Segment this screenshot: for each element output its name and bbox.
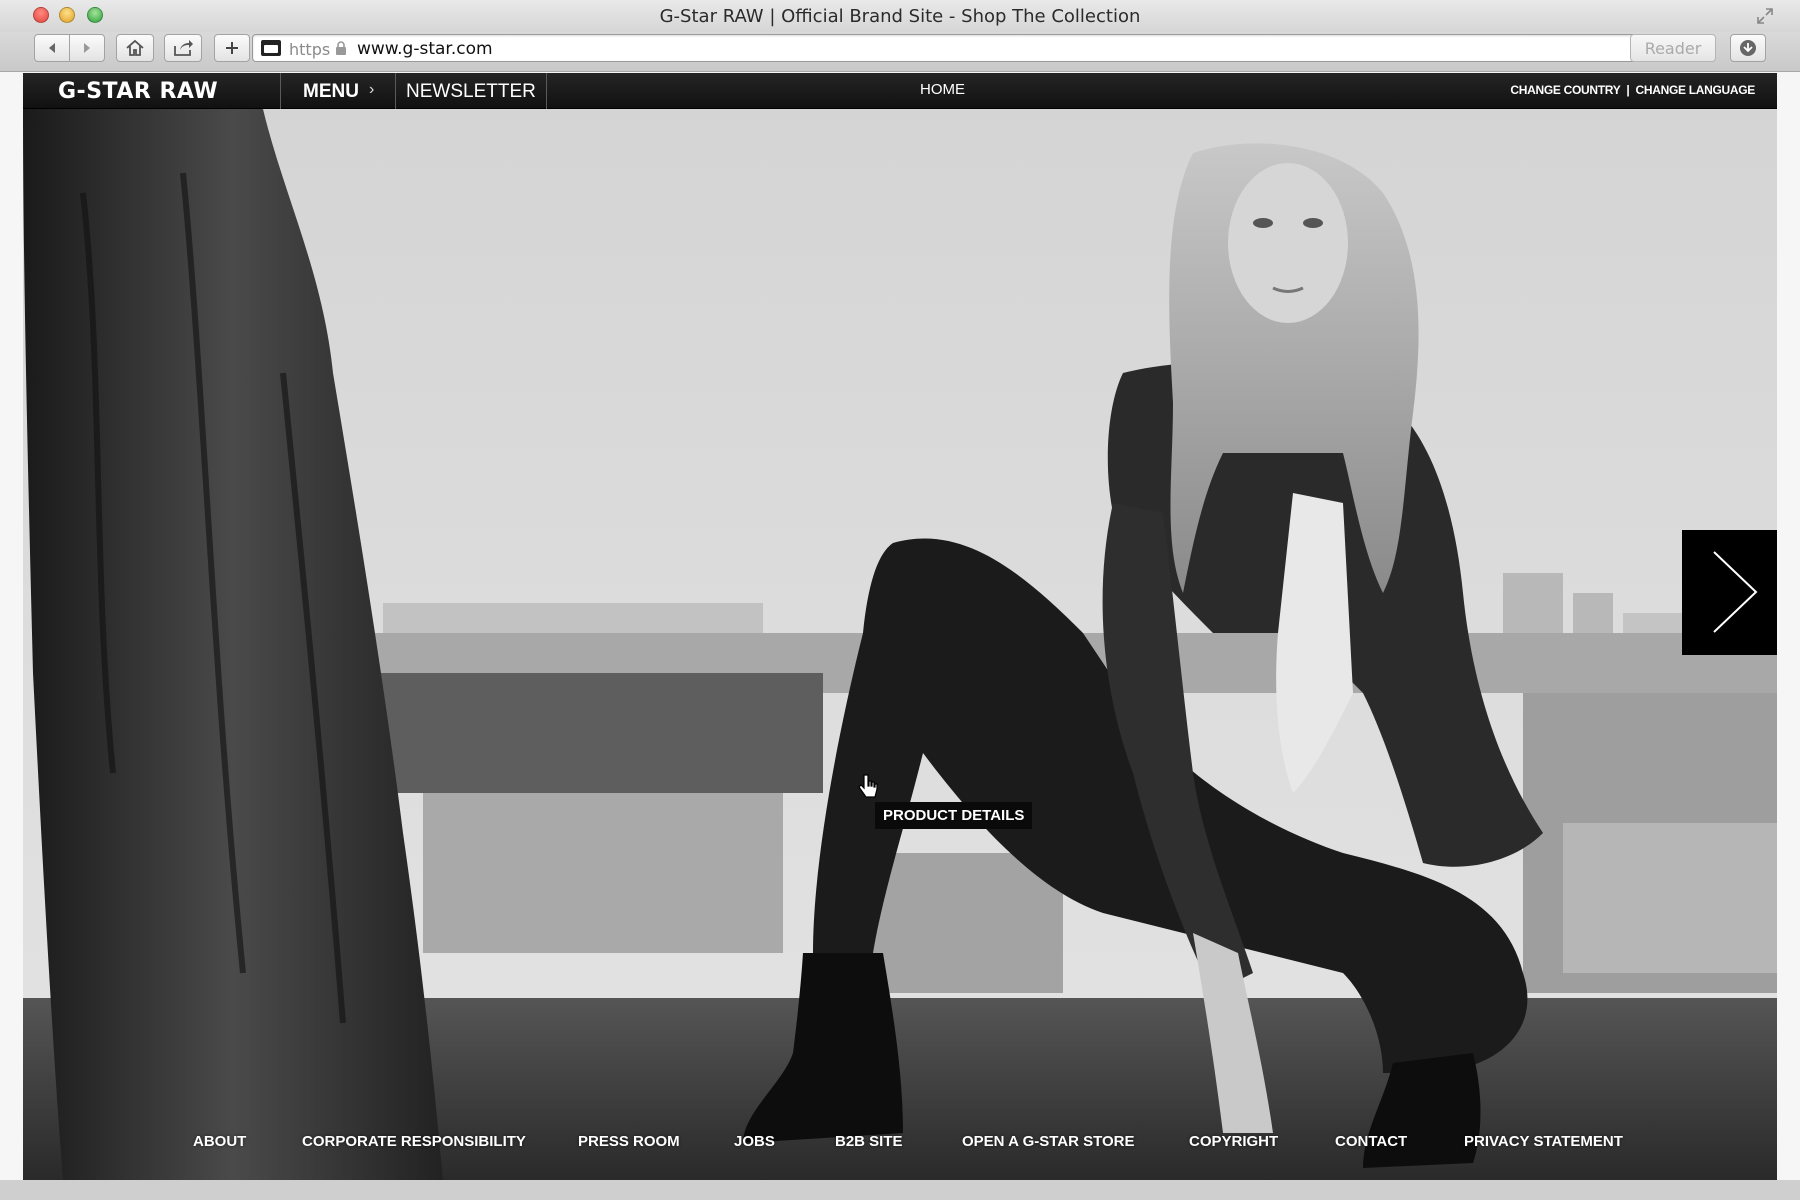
chevron-right-icon: › [369,81,375,98]
footer-link-corporate-responsibility[interactable]: CORPORATE RESPONSIBILITY [302,1133,526,1150]
download-icon [1740,40,1756,56]
title-bar: G-Star RAW | Official Brand Site - Shop … [0,0,1800,32]
footer-link-b2b-site[interactable]: B2B SITE [835,1133,903,1150]
footer-links: ABOUT CORPORATE RESPONSIBILITY PRESS ROO… [23,1133,1777,1163]
chevron-right-icon [1713,551,1758,633]
page-viewport: G-STAR RAW MENU › NEWSLETTER HOME CHANGE… [23,73,1777,1180]
back-button[interactable] [34,34,70,62]
newsletter-link[interactable]: NEWSLETTER [406,81,536,103]
downloads-button[interactable] [1730,34,1766,62]
nav-divider [280,73,281,109]
url-scheme: https [289,40,331,59]
site-icon [261,40,281,56]
home-link[interactable]: HOME [920,81,965,98]
reader-button[interactable]: Reader [1630,34,1716,62]
site-nav-bar: G-STAR RAW MENU › NEWSLETTER HOME CHANGE… [23,73,1777,109]
footer-link-privacy-statement[interactable]: PRIVACY STATEMENT [1464,1133,1623,1150]
forward-button[interactable] [69,34,105,62]
menu-link[interactable]: MENU [303,81,359,103]
plus-icon [226,42,238,54]
share-button[interactable] [164,34,202,62]
add-bookmark-button[interactable] [214,34,250,62]
lock-icon [336,41,346,55]
forward-arrow-icon [84,43,90,53]
nav-divider [546,73,547,109]
locale-links: CHANGE COUNTRY | CHANGE LANGUAGE [1510,83,1755,97]
footer-link-press-room[interactable]: PRESS ROOM [578,1133,680,1150]
product-details-tooltip[interactable]: PRODUCT DETAILS [875,802,1033,829]
hero-photo [23,73,1777,1180]
change-language-link[interactable]: CHANGE LANGUAGE [1635,83,1755,97]
fullscreen-icon[interactable] [1756,7,1774,25]
window-title: G-Star RAW | Official Brand Site - Shop … [659,6,1141,27]
footer-link-contact[interactable]: CONTACT [1335,1133,1407,1150]
footer-link-copyright[interactable]: COPYRIGHT [1189,1133,1278,1150]
back-arrow-icon [49,43,55,53]
home-icon [126,39,144,56]
browser-toolbar: https www.g-star.com Reader [0,32,1800,72]
hand-cursor-icon [858,774,878,798]
window-bottom-edge [0,1180,1800,1200]
address-bar[interactable]: https www.g-star.com [252,34,1712,62]
nav-divider [395,73,396,109]
home-button[interactable] [116,34,154,62]
footer-link-about[interactable]: ABOUT [193,1133,246,1150]
change-country-link[interactable]: CHANGE COUNTRY [1510,83,1620,97]
footer-link-jobs[interactable]: JOBS [734,1133,775,1150]
url-text[interactable]: www.g-star.com [357,39,493,59]
browser-window: G-Star RAW | Official Brand Site - Shop … [0,0,1800,1200]
share-icon [174,40,193,56]
g-star-logo[interactable]: G-STAR RAW [58,79,218,104]
footer-link-open-store[interactable]: OPEN A G-STAR STORE [962,1133,1135,1150]
next-slide-button[interactable] [1682,530,1777,655]
locale-separator: | [1626,83,1630,97]
